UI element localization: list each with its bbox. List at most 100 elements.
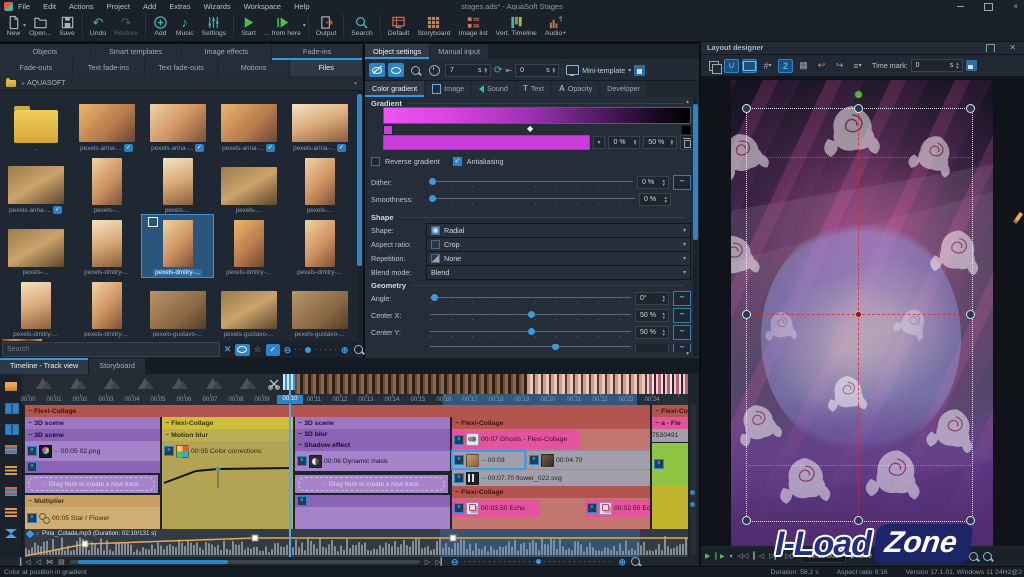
chevron-down-icon[interactable]: ▾ xyxy=(683,227,686,234)
timeline-zoom-slider[interactable] xyxy=(463,559,614,564)
zoom-in-preview-icon[interactable] xyxy=(983,551,993,561)
timeline-clip[interactable]: ≡ 00:05 Color corrections xyxy=(162,441,293,461)
stepper-icons[interactable]: ▲ ▼ xyxy=(660,311,666,319)
toolbar-default-button[interactable]: Default xyxy=(384,13,414,37)
file-item[interactable]: pexels-arina-... ✓ xyxy=(71,91,142,153)
color-dropdown[interactable]: ▾ xyxy=(592,135,606,149)
layout-mode-button[interactable] xyxy=(706,59,722,74)
zoom-out-time-icon[interactable]: ⊖ xyxy=(451,557,459,567)
dither-spinner[interactable]: 0 % ▲ ▼ xyxy=(637,176,669,189)
menu-workspace[interactable]: Workspace xyxy=(244,2,281,11)
tab-object-settings[interactable]: Object settings xyxy=(365,44,430,59)
slider-handle[interactable] xyxy=(429,194,436,202)
snap-button[interactable]: ∪ xyxy=(724,58,739,73)
stop-mid-spinner[interactable]: 50 % ▲ ▼ xyxy=(643,135,678,149)
search-input[interactable] xyxy=(2,342,220,357)
toolbar-open-button[interactable]: Open... xyxy=(25,13,55,37)
subtab-developer[interactable]: Developer xyxy=(600,81,647,97)
save-layout-icon[interactable] xyxy=(965,60,977,71)
track-header[interactable]: −3D scene xyxy=(25,417,160,429)
toolbar-audio-button[interactable]: Audio+ xyxy=(541,13,570,37)
gradient-stop-start[interactable] xyxy=(383,125,393,135)
timeline-clip[interactable]: ≡ 00:02.50 Echo xyxy=(585,499,650,517)
slider-handle[interactable] xyxy=(429,177,436,185)
dropdown-repetition[interactable]: None ▾ xyxy=(426,251,691,266)
timeline-clip[interactable]: ≡ 00:06 Dynamic mask xyxy=(295,451,450,471)
file-item[interactable]: pexels-arina-... ✓ xyxy=(142,91,213,153)
tab-fade-ins[interactable]: Fade-ins xyxy=(272,44,362,60)
slider-handle[interactable] xyxy=(305,346,312,353)
animate-curve-button[interactable]: ~ xyxy=(673,291,691,306)
tab-image-effects[interactable]: Image effects xyxy=(181,44,272,60)
menu-wizards[interactable]: Wizards xyxy=(204,2,231,11)
track-header[interactable]: − Multiplier xyxy=(25,495,160,507)
menu-add[interactable]: Add xyxy=(143,2,156,11)
tab-text-fade-ins[interactable]: Text fade-ins xyxy=(72,60,145,76)
reverse-gradient-checkbox[interactable] xyxy=(371,157,380,166)
antialiasing-checkbox[interactable]: ✓ xyxy=(452,157,462,166)
track-header[interactable]: − Flexi-Collage xyxy=(162,417,293,429)
toolbar-new-button[interactable]: ▾ New xyxy=(2,13,26,37)
track-header[interactable]: − a - Fle xyxy=(652,417,688,429)
toolbar-undo-button[interactable]: ↶ Undo xyxy=(86,13,110,38)
chevron-down-icon[interactable]: ▾ xyxy=(859,62,862,69)
track-header[interactable]: − Flexi-Collage xyxy=(452,486,650,498)
tab-smart-templates[interactable]: Smart templates xyxy=(90,44,181,60)
toolbar-output-button[interactable]: Output xyxy=(312,13,340,37)
safe-area-button[interactable] xyxy=(742,58,757,73)
chevron-down-icon[interactable]: ▾ xyxy=(303,22,306,29)
toolbar-save-button[interactable]: Save xyxy=(55,13,79,37)
collapse-icon[interactable]: − xyxy=(165,420,169,427)
menu-edit[interactable]: Edit xyxy=(43,2,56,11)
spinner-center-y[interactable]: 50 % ▲ ▼ xyxy=(635,326,669,339)
duration-spinner[interactable]: 7 s ▲ ▼ xyxy=(445,63,491,77)
tab-motions[interactable]: Motions xyxy=(217,60,290,76)
pin-icon[interactable] xyxy=(986,44,996,52)
dropdown-aspect-ratio[interactable]: Crop ▾ xyxy=(426,237,691,252)
toolbar-vert-timeline-button[interactable]: Vert. Timeline xyxy=(492,13,541,37)
stepper-icons[interactable]: ▲ ▼ xyxy=(482,66,488,74)
preview-canvas[interactable] xyxy=(701,76,1024,546)
timeline-clip[interactable]: ≡ 00:05 Star / Flower xyxy=(25,507,160,529)
resize-handle-nw[interactable] xyxy=(742,104,751,113)
gradient-preview-bar[interactable] xyxy=(383,107,691,124)
stepper-icons[interactable]: ▲ ▼ xyxy=(660,178,666,186)
resize-handle-w[interactable] xyxy=(742,310,751,319)
close-icon[interactable]: ✕ xyxy=(1009,43,1016,52)
track-header[interactable]: −3D scene xyxy=(25,429,160,441)
collapse-icon[interactable]: − xyxy=(455,489,459,496)
tab-text-fade-outs[interactable]: Text fade-outs xyxy=(145,60,217,76)
volume-envelope[interactable] xyxy=(25,529,688,557)
toolbar-add-button[interactable]: Add xyxy=(149,13,172,37)
collapse-icon[interactable]: − xyxy=(655,420,659,427)
timeline-clip[interactable]: ≡ ~00:05 02.png xyxy=(25,441,160,461)
collapse-icon[interactable]: − xyxy=(298,420,302,427)
favorites-star-icon[interactable]: ☆ xyxy=(254,344,262,355)
audio-track[interactable]: ♪ Pina_Colada.mp3 (Duration: 02:10/131 s… xyxy=(25,529,688,557)
list-options-button[interactable]: ≡ ▾ xyxy=(850,59,865,73)
zoom-in-time-icon[interactable]: ⊕ xyxy=(619,557,627,567)
file-item[interactable]: pexels-dmitry-... xyxy=(213,215,284,277)
animate-curve-button[interactable]: ~ xyxy=(673,175,691,190)
collapse-icon[interactable]: − xyxy=(28,408,32,415)
dropdown-shape[interactable]: Radial ▾ xyxy=(426,223,691,238)
file-item[interactable]: pexels-... xyxy=(71,153,142,215)
gradient-stop-mid[interactable]: ◆ xyxy=(527,124,533,133)
pages-icon[interactable]: ▤ xyxy=(58,558,65,566)
spinner-center-x[interactable]: 50 % ▲ ▼ xyxy=(635,309,669,322)
gradient-stop-end[interactable] xyxy=(681,125,691,135)
toolbar-search-button[interactable]: Search xyxy=(347,13,377,37)
track-header[interactable]: − Motion blur xyxy=(162,429,293,441)
used-check-button[interactable]: ✓ xyxy=(265,343,280,356)
track-header[interactable]: − Flexi-Collage xyxy=(25,405,650,417)
curve-mode-button[interactable]: 2 xyxy=(778,58,793,73)
color-swatch[interactable] xyxy=(383,134,590,150)
collapse-icon[interactable]: − xyxy=(28,420,32,427)
next-object-icon[interactable]: ▷ xyxy=(425,558,430,566)
file-item[interactable]: pexels-dmitry-... xyxy=(141,214,214,278)
rotation-handle[interactable] xyxy=(854,90,863,99)
chevron-down-icon[interactable]: ▾ xyxy=(683,241,686,248)
timeline-clip[interactable]: ≡ ~00:03 xyxy=(451,450,526,470)
toolbar-storyboard-button[interactable]: Storyboard xyxy=(413,13,454,37)
toolbar-music-button[interactable]: ♪ Music xyxy=(172,13,198,38)
